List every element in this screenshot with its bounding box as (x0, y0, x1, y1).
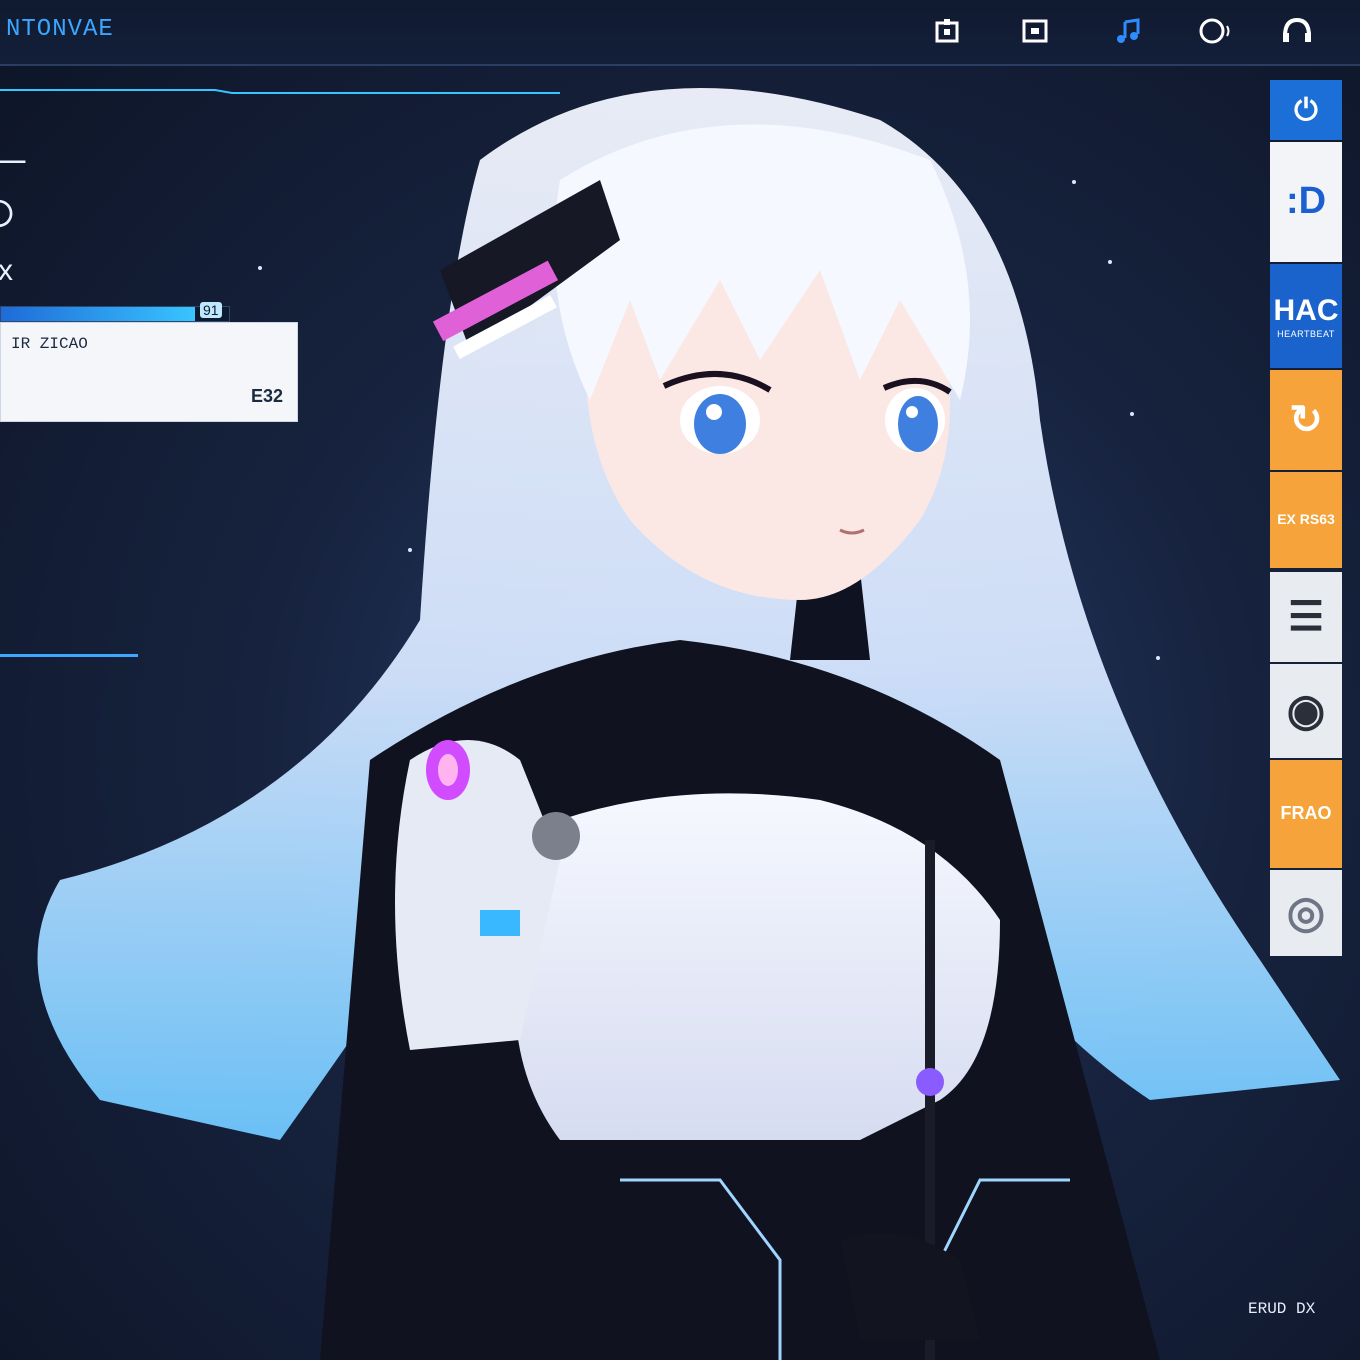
power-icon: ⏻ (1294, 93, 1318, 127)
info-card-value: E32 (250, 386, 283, 406)
star (408, 548, 412, 552)
hud-underline (0, 654, 138, 657)
music-note-icon[interactable] (1112, 14, 1146, 48)
close-icon[interactable]: x (0, 254, 13, 288)
info-card[interactable]: IR ZICAO E32 (0, 322, 298, 422)
info-card-label: IR ZICAO (11, 335, 88, 353)
sidebar-tile-hac-sub: HEARTBEAT (1277, 328, 1335, 339)
progress-bar (0, 306, 230, 322)
eye-icon: ◉ (1286, 685, 1326, 735)
sidebar-tile-ex-label: EX RS63 (1277, 511, 1335, 528)
hud-glyph-circle: ○ (0, 176, 17, 247)
disc-icon: ◎ (1286, 887, 1326, 937)
sidebar-tile-menu[interactable]: ☰ (1270, 572, 1342, 662)
sidebar-tile-power[interactable]: ⏻ (1270, 80, 1342, 140)
progress-fill (1, 307, 195, 321)
menu-icon: ☰ (1288, 595, 1324, 639)
window-icon[interactable] (1018, 14, 1052, 48)
sidebar-tile-frao-label: FRAO (1280, 803, 1332, 824)
star (1108, 260, 1112, 264)
sidebar-tile-refresh[interactable]: ↻ (1270, 370, 1342, 470)
sidebar-tile-display[interactable]: :D (1270, 142, 1342, 262)
sidebar-tile-frao[interactable]: FRAO (1270, 760, 1342, 868)
top-bar: NTONVAE (0, 0, 1360, 66)
refresh-icon: ↻ (1289, 398, 1323, 442)
display-icon: :D (1285, 180, 1327, 223)
sidebar-tile-disc[interactable]: ◎ (1270, 870, 1342, 956)
star (258, 266, 262, 270)
sidebar-tile-hac-label: HAC (1273, 293, 1339, 327)
sidebar-tile-hac[interactable]: HAC HEARTBEAT (1270, 264, 1342, 368)
sidebar-tile-view[interactable]: ◉ (1270, 664, 1342, 758)
character-illustration (37, 88, 1340, 1360)
headphones-icon[interactable] (1280, 14, 1314, 48)
app-grid-icon[interactable] (930, 14, 964, 48)
star (1072, 180, 1076, 184)
search-icon[interactable] (1198, 14, 1232, 48)
star (1156, 656, 1160, 660)
sidebar-tile-ex[interactable]: EX RS63 (1270, 472, 1342, 568)
footer-label: ERUD DX (1248, 1300, 1316, 1318)
progress-label: 91 (200, 302, 222, 318)
hud-divider (0, 89, 560, 94)
app-title: NTONVAE (6, 16, 114, 43)
star (1130, 412, 1134, 416)
